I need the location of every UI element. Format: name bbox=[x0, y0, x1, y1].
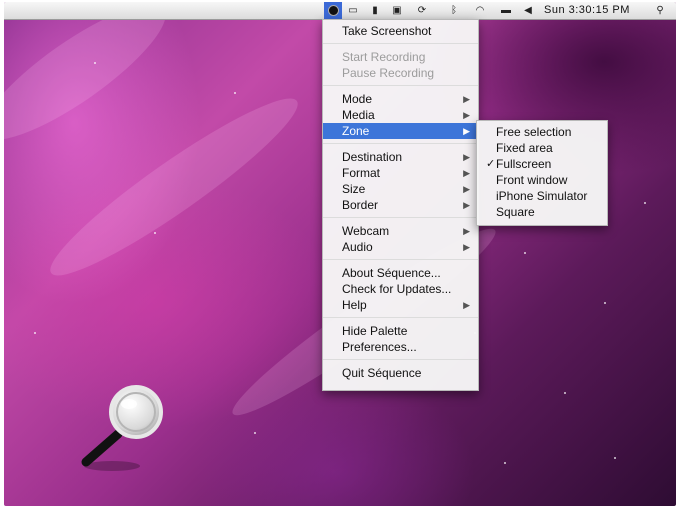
submenu-item-label: Square bbox=[496, 205, 535, 219]
submenu-item-label: Fixed area bbox=[496, 141, 553, 155]
submenu-item-iphone-simulator[interactable]: iPhone Simulator bbox=[477, 188, 607, 204]
menu-item-label: Size bbox=[342, 182, 366, 196]
menu-item-label: Webcam bbox=[342, 224, 390, 238]
menu-item-check-updates[interactable]: Check for Updates... bbox=[323, 281, 478, 297]
menu-item-hide-palette[interactable]: Hide Palette bbox=[323, 323, 478, 339]
aurora-streak bbox=[4, 2, 182, 160]
menu-item-zone[interactable]: Zone ▶ bbox=[323, 123, 478, 139]
menu-item-label: About Séquence... bbox=[342, 266, 441, 280]
spotlight-icon[interactable]: ⚲ bbox=[654, 5, 666, 16]
menu-item-label: Hide Palette bbox=[342, 324, 408, 338]
submenu-arrow-icon: ▶ bbox=[463, 94, 470, 104]
star bbox=[504, 462, 506, 464]
menu-item-preferences[interactable]: Preferences... bbox=[323, 339, 478, 355]
app-menu: Take Screenshot Start Recording Pause Re… bbox=[322, 19, 479, 391]
bluetooth-icon[interactable]: ᛒ bbox=[448, 5, 460, 16]
menu-item-audio[interactable]: Audio ▶ bbox=[323, 239, 478, 255]
battery-icon[interactable]: ▬ bbox=[500, 5, 512, 16]
sync-icon[interactable]: ⟳ bbox=[416, 5, 428, 16]
submenu-arrow-icon: ▶ bbox=[463, 226, 470, 236]
menu-item-help[interactable]: Help ▶ bbox=[323, 297, 478, 313]
submenu-arrow-icon: ▶ bbox=[463, 110, 470, 120]
submenu-arrow-icon: ▶ bbox=[463, 200, 470, 210]
zone-submenu: Free selection Fixed area ✓ Fullscreen Fr… bbox=[476, 120, 608, 226]
menu-item-start-recording: Start Recording bbox=[323, 49, 478, 65]
menu-separator bbox=[323, 85, 478, 86]
star bbox=[234, 92, 236, 94]
submenu-item-square[interactable]: Square bbox=[477, 204, 607, 220]
menu-item-webcam[interactable]: Webcam ▶ bbox=[323, 223, 478, 239]
submenu-item-label: iPhone Simulator bbox=[496, 189, 588, 203]
menu-item-label: Start Recording bbox=[342, 50, 426, 64]
star bbox=[94, 62, 96, 64]
submenu-arrow-icon: ▶ bbox=[463, 242, 470, 252]
fullscreen-icon[interactable]: ▭ bbox=[347, 5, 359, 16]
menu-item-label: Media bbox=[342, 108, 375, 122]
submenu-item-front-window[interactable]: Front window bbox=[477, 172, 607, 188]
menu-item-label: Audio bbox=[342, 240, 373, 254]
submenu-arrow-icon: ▶ bbox=[463, 152, 470, 162]
menu-item-size[interactable]: Size ▶ bbox=[323, 181, 478, 197]
menu-item-label: Check for Updates... bbox=[342, 282, 452, 296]
star bbox=[254, 432, 256, 434]
aurora-streak bbox=[36, 80, 312, 294]
menu-item-mode[interactable]: Mode ▶ bbox=[323, 91, 478, 107]
submenu-item-fixed-area[interactable]: Fixed area bbox=[477, 140, 607, 156]
submenu-item-free-selection[interactable]: Free selection bbox=[477, 124, 607, 140]
menu-item-format[interactable]: Format ▶ bbox=[323, 165, 478, 181]
star bbox=[564, 392, 566, 394]
menu-item-label: Quit Séquence bbox=[342, 366, 422, 380]
submenu-item-label: Front window bbox=[496, 173, 568, 187]
submenu-item-label: Fullscreen bbox=[496, 157, 552, 171]
menu-item-label: Preferences... bbox=[342, 340, 417, 354]
desktop: ▭ ▮ ▣ ⟳ ᛒ ◠ ▬ ◀ Sun 3:30:15 PM ⚲ Take Sc… bbox=[4, 2, 676, 506]
menu-bar: ▭ ▮ ▣ ⟳ ᛒ ◠ ▬ ◀ Sun 3:30:15 PM ⚲ bbox=[4, 2, 676, 20]
menu-item-label: Help bbox=[342, 298, 367, 312]
submenu-arrow-icon: ▶ bbox=[463, 126, 470, 136]
menu-separator bbox=[323, 43, 478, 44]
star bbox=[604, 302, 606, 304]
menu-separator bbox=[323, 259, 478, 260]
menu-item-media[interactable]: Media ▶ bbox=[323, 107, 478, 123]
star bbox=[34, 332, 36, 334]
menu-separator bbox=[323, 217, 478, 218]
submenu-arrow-icon: ▶ bbox=[463, 184, 470, 194]
menu-item-pause-recording: Pause Recording bbox=[323, 65, 478, 81]
menu-separator bbox=[323, 317, 478, 318]
menu-separator bbox=[323, 359, 478, 360]
menu-item-border[interactable]: Border ▶ bbox=[323, 197, 478, 213]
menu-item-label: Border bbox=[342, 198, 379, 212]
menu-item-label: Destination bbox=[342, 150, 403, 164]
menu-item-take-screenshot[interactable]: Take Screenshot bbox=[323, 23, 478, 39]
menu-item-about[interactable]: About Séquence... bbox=[323, 265, 478, 281]
magnifier-icon[interactable] bbox=[76, 382, 176, 482]
star bbox=[614, 457, 616, 459]
menu-item-destination[interactable]: Destination ▶ bbox=[323, 149, 478, 165]
wifi-icon[interactable]: ◠ bbox=[474, 5, 486, 16]
star bbox=[524, 252, 526, 254]
menu-item-quit[interactable]: Quit Séquence bbox=[323, 365, 478, 381]
menu-separator bbox=[323, 143, 478, 144]
menu-item-label: Format bbox=[342, 166, 381, 180]
menu-item-label: Mode bbox=[342, 92, 373, 106]
submenu-arrow-icon: ▶ bbox=[463, 168, 470, 178]
volume-icon[interactable]: ◀ bbox=[522, 5, 534, 16]
display-icon[interactable]: ▣ bbox=[391, 5, 403, 16]
sequence-app-icon[interactable] bbox=[324, 2, 342, 19]
submenu-arrow-icon: ▶ bbox=[463, 300, 470, 310]
menu-item-label: Take Screenshot bbox=[342, 24, 432, 38]
menu-item-label: Pause Recording bbox=[342, 66, 435, 80]
menu-bar-clock[interactable]: Sun 3:30:15 PM bbox=[544, 4, 630, 16]
submenu-item-fullscreen[interactable]: ✓ Fullscreen bbox=[477, 156, 607, 172]
menu-item-label: Zone bbox=[342, 124, 370, 138]
star bbox=[154, 232, 156, 234]
star bbox=[644, 202, 646, 204]
submenu-item-label: Free selection bbox=[496, 125, 572, 139]
document-icon[interactable]: ▮ bbox=[369, 5, 381, 16]
checkmark-icon: ✓ bbox=[486, 158, 496, 170]
